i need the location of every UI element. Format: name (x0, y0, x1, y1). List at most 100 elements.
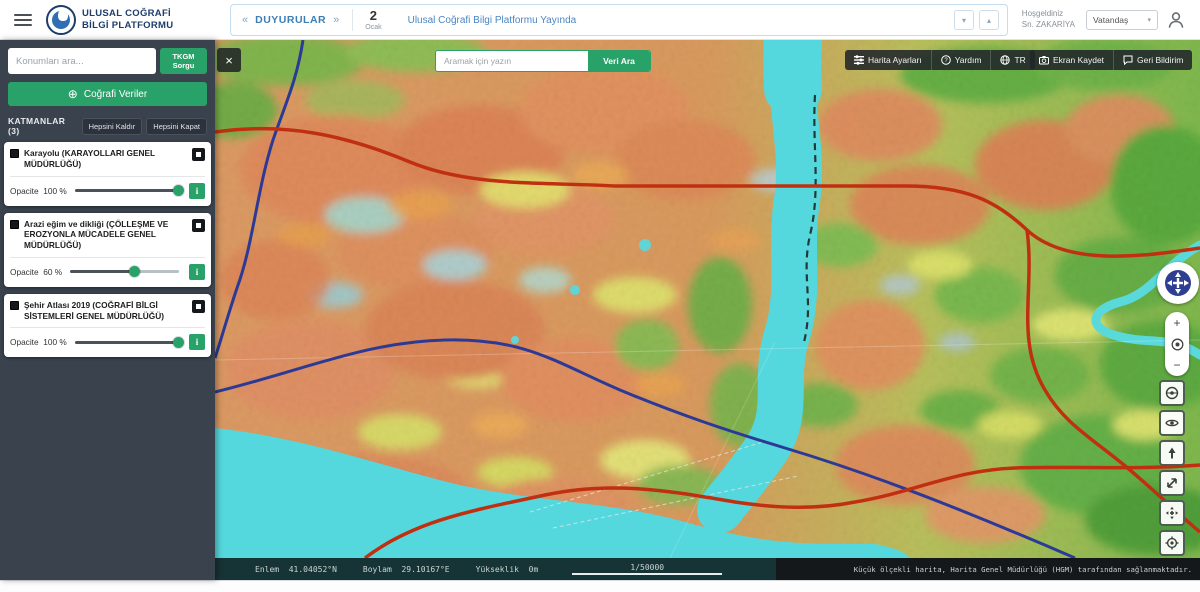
view-history-button[interactable] (1159, 410, 1185, 436)
latitude-label: Enlem (255, 565, 279, 574)
zoom-in-button[interactable]: + (1168, 315, 1186, 331)
announcement-nav: ▾ ▴ (954, 10, 999, 30)
latitude-readout: Enlem 41.04052°N (255, 565, 337, 574)
target-icon (1165, 536, 1179, 550)
locate-button[interactable] (1159, 530, 1185, 556)
screenshot-button[interactable]: Ekran Kaydet (1030, 50, 1113, 70)
opacity-slider[interactable] (75, 341, 179, 344)
user-icon[interactable] (1166, 10, 1186, 30)
announce-prev-icon[interactable]: « (239, 14, 251, 26)
screenshot-label: Ekran Kaydet (1053, 55, 1104, 65)
main-region: TKGM Sorgu ⊕ Coğrafi Veriler KATMANLAR (… (0, 40, 1200, 580)
layer-info-button[interactable]: i (189, 264, 205, 280)
close-all-button[interactable]: Hepsini Kapat (146, 118, 207, 135)
tkgm-line2: Sorgu (160, 61, 207, 70)
role-select[interactable]: Vatandaş ▾ (1086, 10, 1158, 30)
layer-title: Şehir Atlası 2019 (COĞRAFİ BİLGİ SİSTEML… (24, 300, 187, 322)
compass-icon (1161, 266, 1195, 300)
chat-bubble-icon (1123, 55, 1133, 65)
opacity-value: 100 % (43, 337, 67, 347)
zoom-out-button[interactable]: − (1168, 357, 1186, 373)
opacity-word: Opacite (10, 267, 39, 277)
layer-info-button[interactable]: i (189, 183, 205, 199)
map-search-button[interactable]: Veri Ara (588, 51, 650, 71)
home-globe-icon[interactable] (1171, 338, 1184, 351)
camera-icon (1039, 55, 1049, 65)
north-arrow-button[interactable] (1159, 440, 1185, 466)
map-graphic (215, 40, 1200, 558)
close-sidebar-button[interactable]: × (217, 48, 241, 72)
opacity-slider[interactable] (70, 270, 179, 273)
remove-all-button[interactable]: Hepsini Kaldır (82, 118, 143, 135)
zoom-control: + − (1165, 312, 1189, 376)
up-arrow-icon (1165, 446, 1179, 460)
attribution-text: Küçük ölçekli harita, Harita Genel Müdür… (854, 565, 1192, 574)
platform-logo (46, 5, 76, 35)
layer-options-button[interactable] (192, 219, 205, 232)
location-search-input[interactable] (8, 48, 156, 74)
longitude-value: 29.10167°E (401, 565, 449, 574)
brand-line1: ULUSAL COĞRAFİ (82, 8, 173, 20)
layer-card: Şehir Atlası 2019 (COĞRAFİ BİLGİ SİSTEML… (4, 294, 211, 358)
layer-checkbox[interactable] (10, 149, 19, 158)
layer-checkbox[interactable] (10, 220, 19, 229)
opacity-label: Opacite 60 % (10, 267, 62, 277)
announce-next-icon[interactable]: » (330, 14, 342, 26)
sliders-icon (854, 55, 864, 65)
layers-sidebar: TKGM Sorgu ⊕ Coğrafi Veriler KATMANLAR (… (0, 40, 215, 580)
brand-line2: BİLGİ PLATFORMU (82, 20, 173, 32)
move-arrows-icon (1165, 506, 1179, 520)
tkgm-line1: TKGM (160, 52, 207, 61)
disc-globe-icon (1165, 386, 1179, 400)
basemap-button[interactable] (1159, 380, 1185, 406)
longitude-readout: Boylam 29.10167°E (363, 565, 450, 574)
feedback-label: Geri Bildirim (1137, 55, 1183, 65)
layer-info-button[interactable]: i (189, 334, 205, 350)
compass-control[interactable] (1157, 262, 1199, 304)
help-button[interactable]: ? Yardım (931, 50, 991, 70)
announcement-date: 2 Ocak (352, 9, 393, 31)
opacity-label: Opacite 100 % (10, 337, 67, 347)
announcement-down-button[interactable]: ▾ (954, 10, 974, 30)
help-label: Yardım (955, 55, 982, 65)
announcements-label: DUYURULAR (255, 14, 326, 26)
layer-options-button[interactable] (192, 300, 205, 313)
layer-checkbox[interactable] (10, 301, 19, 310)
opacity-word: Opacite (10, 186, 39, 196)
hamburger-menu-icon[interactable] (14, 14, 32, 26)
brand-title: ULUSAL COĞRAFİ BİLGİ PLATFORMU (82, 8, 173, 32)
top-header: ULUSAL COĞRAFİ BİLGİ PLATFORMU « DUYURUL… (0, 0, 1200, 40)
altitude-value: 0m (529, 565, 539, 574)
globe-icon (1000, 55, 1010, 65)
map-canvas[interactable]: × Veri Ara Harita Ayarları ? Yardım (215, 40, 1200, 558)
scale-bar (572, 573, 722, 575)
map-settings-button[interactable]: Harita Ayarları (845, 50, 931, 70)
geographic-data-button[interactable]: ⊕ Coğrafi Veriler (8, 82, 207, 106)
tkgm-query-button[interactable]: TKGM Sorgu (160, 48, 207, 74)
opacity-value: 60 % (43, 267, 62, 277)
scale-readout: 1/50000 (572, 563, 722, 575)
pan-button[interactable] (1159, 500, 1185, 526)
svg-text:?: ? (944, 58, 948, 64)
map-search-input[interactable] (436, 51, 588, 71)
role-selected-value: Vatandaş (1093, 15, 1128, 25)
opacity-value: 100 % (43, 186, 67, 196)
geographic-data-label: Coğrafi Veriler (84, 89, 147, 100)
scale-value: 1/50000 (630, 563, 664, 572)
map-statusbar: Enlem 41.04052°N Boylam 29.10167°E Yükse… (215, 558, 1200, 580)
language-button[interactable]: TR (990, 50, 1034, 70)
feedback-button[interactable]: Geri Bildirim (1113, 50, 1192, 70)
map-column: × Veri Ara Harita Ayarları ? Yardım (215, 40, 1200, 580)
welcome-line1: Hoşgeldiniz (1022, 8, 1075, 19)
announcement-up-button[interactable]: ▴ (979, 10, 999, 30)
eye-icon (1165, 416, 1179, 430)
fullscreen-button[interactable] (1159, 470, 1185, 496)
announcement-link[interactable]: Ulusal Coğrafi Bilgi Platformu Yayında (408, 15, 577, 26)
map-settings-label: Harita Ayarları (868, 55, 922, 65)
layer-options-button[interactable] (192, 148, 205, 161)
map-search-bar: Veri Ara (435, 50, 651, 72)
map-actions-toolbar: Ekran Kaydet Geri Bildirim (1030, 50, 1192, 70)
diagonal-arrow-icon (1165, 476, 1179, 490)
altitude-readout: Yükseklik 0m (476, 565, 539, 574)
opacity-slider[interactable] (75, 189, 179, 192)
